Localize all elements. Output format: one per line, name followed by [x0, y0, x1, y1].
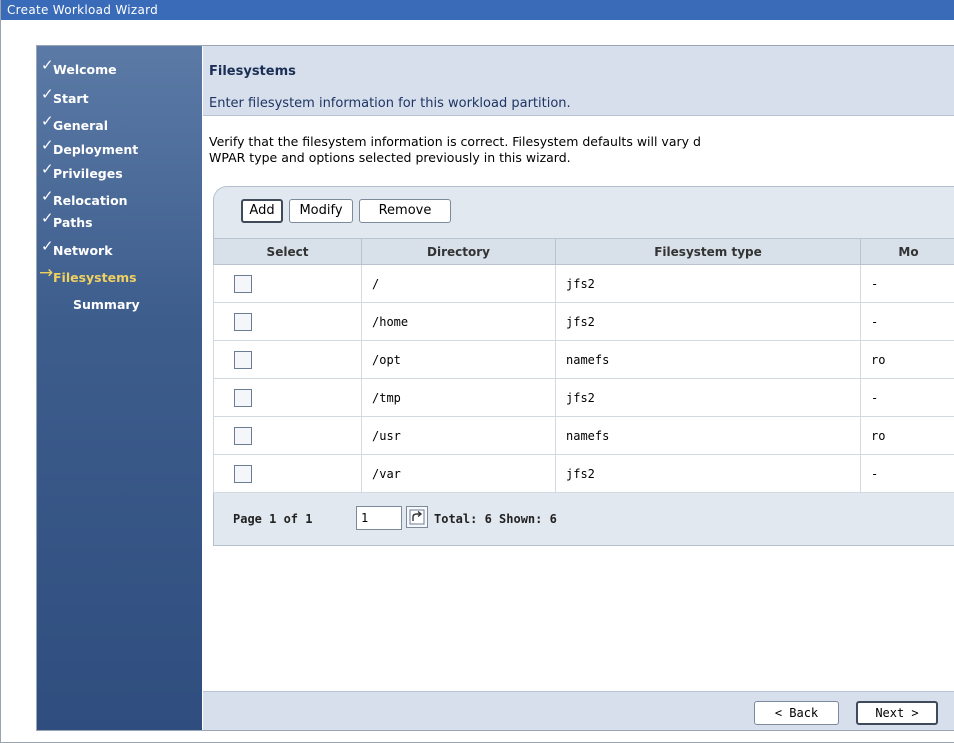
nav-step-label: Paths — [53, 215, 93, 230]
table-row[interactable]: /opt namefs ro — [213, 340, 954, 379]
nav-step-label: Network — [53, 243, 113, 258]
select-cell — [213, 264, 362, 303]
wizard-footer: < Back Next > — [203, 691, 954, 730]
filesystem-type-cell: namefs — [555, 340, 861, 379]
mode-cell: - — [860, 378, 954, 417]
checkmark-icon: ✓ — [41, 209, 54, 227]
current-step-arrow-icon: → — [39, 263, 54, 283]
nav-step-start[interactable]: ✓ Start — [37, 85, 202, 109]
nav-step-deployment[interactable]: ✓ Deployment — [37, 136, 202, 160]
directory-cell: /var — [361, 454, 556, 493]
checkmark-icon: ✓ — [41, 187, 54, 205]
column-header-mode[interactable]: Mo — [860, 238, 954, 265]
window-title: Create Workload Wizard — [7, 3, 159, 17]
verify-line-2: WPAR type and options selected previousl… — [209, 150, 571, 165]
nav-step-relocation[interactable]: ✓ Relocation — [37, 187, 202, 211]
total-shown-label: Total: 6 Shown: 6 — [434, 512, 557, 526]
remove-button[interactable]: Remove — [359, 199, 451, 223]
mode-cell: - — [860, 454, 954, 493]
directory-cell: /home — [361, 302, 556, 341]
checkmark-icon: ✓ — [41, 112, 54, 130]
go-arrow-icon — [409, 509, 425, 525]
nav-step-label: Deployment — [53, 142, 139, 157]
nav-step-label: General — [53, 118, 108, 133]
row-checkbox[interactable] — [234, 350, 252, 369]
checkmark-icon: ✓ — [41, 237, 54, 255]
directory-cell: / — [361, 264, 556, 303]
table-row[interactable]: /home jfs2 - — [213, 302, 954, 341]
row-checkbox[interactable] — [234, 274, 252, 293]
nav-step-paths[interactable]: ✓ Paths — [37, 209, 202, 233]
directory-cell: /tmp — [361, 378, 556, 417]
add-button[interactable]: Add — [241, 199, 283, 223]
window-titlebar: Create Workload Wizard — [1, 0, 954, 20]
page-number-input[interactable] — [356, 506, 402, 530]
page-subtitle: Enter filesystem information for this wo… — [209, 96, 571, 111]
mode-cell: ro — [860, 340, 954, 379]
select-cell — [213, 302, 362, 341]
column-header-filesystem-type[interactable]: Filesystem type — [555, 238, 861, 265]
filesystem-type-cell: jfs2 — [555, 454, 861, 493]
row-checkbox[interactable] — [234, 464, 252, 483]
page-title: Filesystems — [209, 64, 296, 79]
filesystem-table: Select Directory Filesystem type Mo / jf… — [213, 238, 954, 493]
checkmark-icon: ✓ — [41, 160, 54, 178]
nav-step-network[interactable]: ✓ Network — [37, 237, 202, 261]
filesystem-type-cell: jfs2 — [555, 302, 861, 341]
row-checkbox[interactable] — [234, 426, 252, 445]
filesystem-type-cell: jfs2 — [555, 264, 861, 303]
filesystem-type-cell: namefs — [555, 416, 861, 455]
filesystem-type-cell: jfs2 — [555, 378, 861, 417]
page-count-label: Page 1 of 1 — [233, 512, 313, 526]
directory-cell: /opt — [361, 340, 556, 379]
wizard-frame: ✓ Welcome ✓ Start ✓ General ✓ Deployment… — [36, 45, 954, 731]
column-header-directory[interactable]: Directory — [361, 238, 556, 265]
nav-step-label: Welcome — [53, 62, 117, 77]
verify-instructions: Verify that the filesystem information i… — [209, 134, 954, 166]
content-header: Filesystems Enter filesystem information… — [203, 46, 954, 116]
verify-line-1: Verify that the filesystem information i… — [209, 134, 701, 149]
next-button[interactable]: Next > — [856, 701, 938, 725]
mode-cell: - — [860, 302, 954, 341]
nav-step-summary[interactable]: Summary — [37, 295, 202, 315]
mode-cell: ro — [860, 416, 954, 455]
go-to-page-button[interactable] — [406, 506, 428, 528]
table-row[interactable]: / jfs2 - — [213, 264, 954, 303]
modify-button[interactable]: Modify — [289, 199, 353, 223]
select-cell — [213, 454, 362, 493]
nav-step-label: Start — [53, 91, 89, 106]
table-row[interactable]: /usr namefs ro — [213, 416, 954, 455]
nav-step-welcome[interactable]: ✓ Welcome — [37, 56, 202, 80]
wizard-step-nav: ✓ Welcome ✓ Start ✓ General ✓ Deployment… — [37, 46, 202, 730]
row-checkbox[interactable] — [234, 388, 252, 407]
select-cell — [213, 340, 362, 379]
table-row[interactable]: /var jfs2 - — [213, 454, 954, 493]
checkmark-icon: ✓ — [41, 85, 54, 103]
nav-step-label: Filesystems — [53, 270, 137, 285]
wizard-window: Create Workload Wizard ✓ Welcome ✓ Start… — [0, 0, 954, 743]
nav-step-label: Privileges — [53, 166, 123, 181]
checkmark-icon: ✓ — [41, 56, 54, 74]
table-row[interactable]: /tmp jfs2 - — [213, 378, 954, 417]
nav-step-label: Summary — [73, 297, 140, 312]
table-header-row: Select Directory Filesystem type Mo — [213, 238, 954, 265]
nav-step-privileges[interactable]: ✓ Privileges — [37, 160, 202, 184]
wizard-content: Filesystems Enter filesystem information… — [203, 46, 954, 730]
nav-step-filesystems[interactable]: → Filesystems — [37, 263, 202, 288]
row-checkbox[interactable] — [234, 312, 252, 331]
select-cell — [213, 416, 362, 455]
directory-cell: /usr — [361, 416, 556, 455]
nav-step-general[interactable]: ✓ General — [37, 112, 202, 136]
checkmark-icon: ✓ — [41, 136, 54, 154]
select-cell — [213, 378, 362, 417]
mode-cell: - — [860, 264, 954, 303]
nav-step-label: Relocation — [53, 193, 128, 208]
back-button[interactable]: < Back — [754, 701, 839, 725]
column-header-select[interactable]: Select — [213, 238, 362, 265]
